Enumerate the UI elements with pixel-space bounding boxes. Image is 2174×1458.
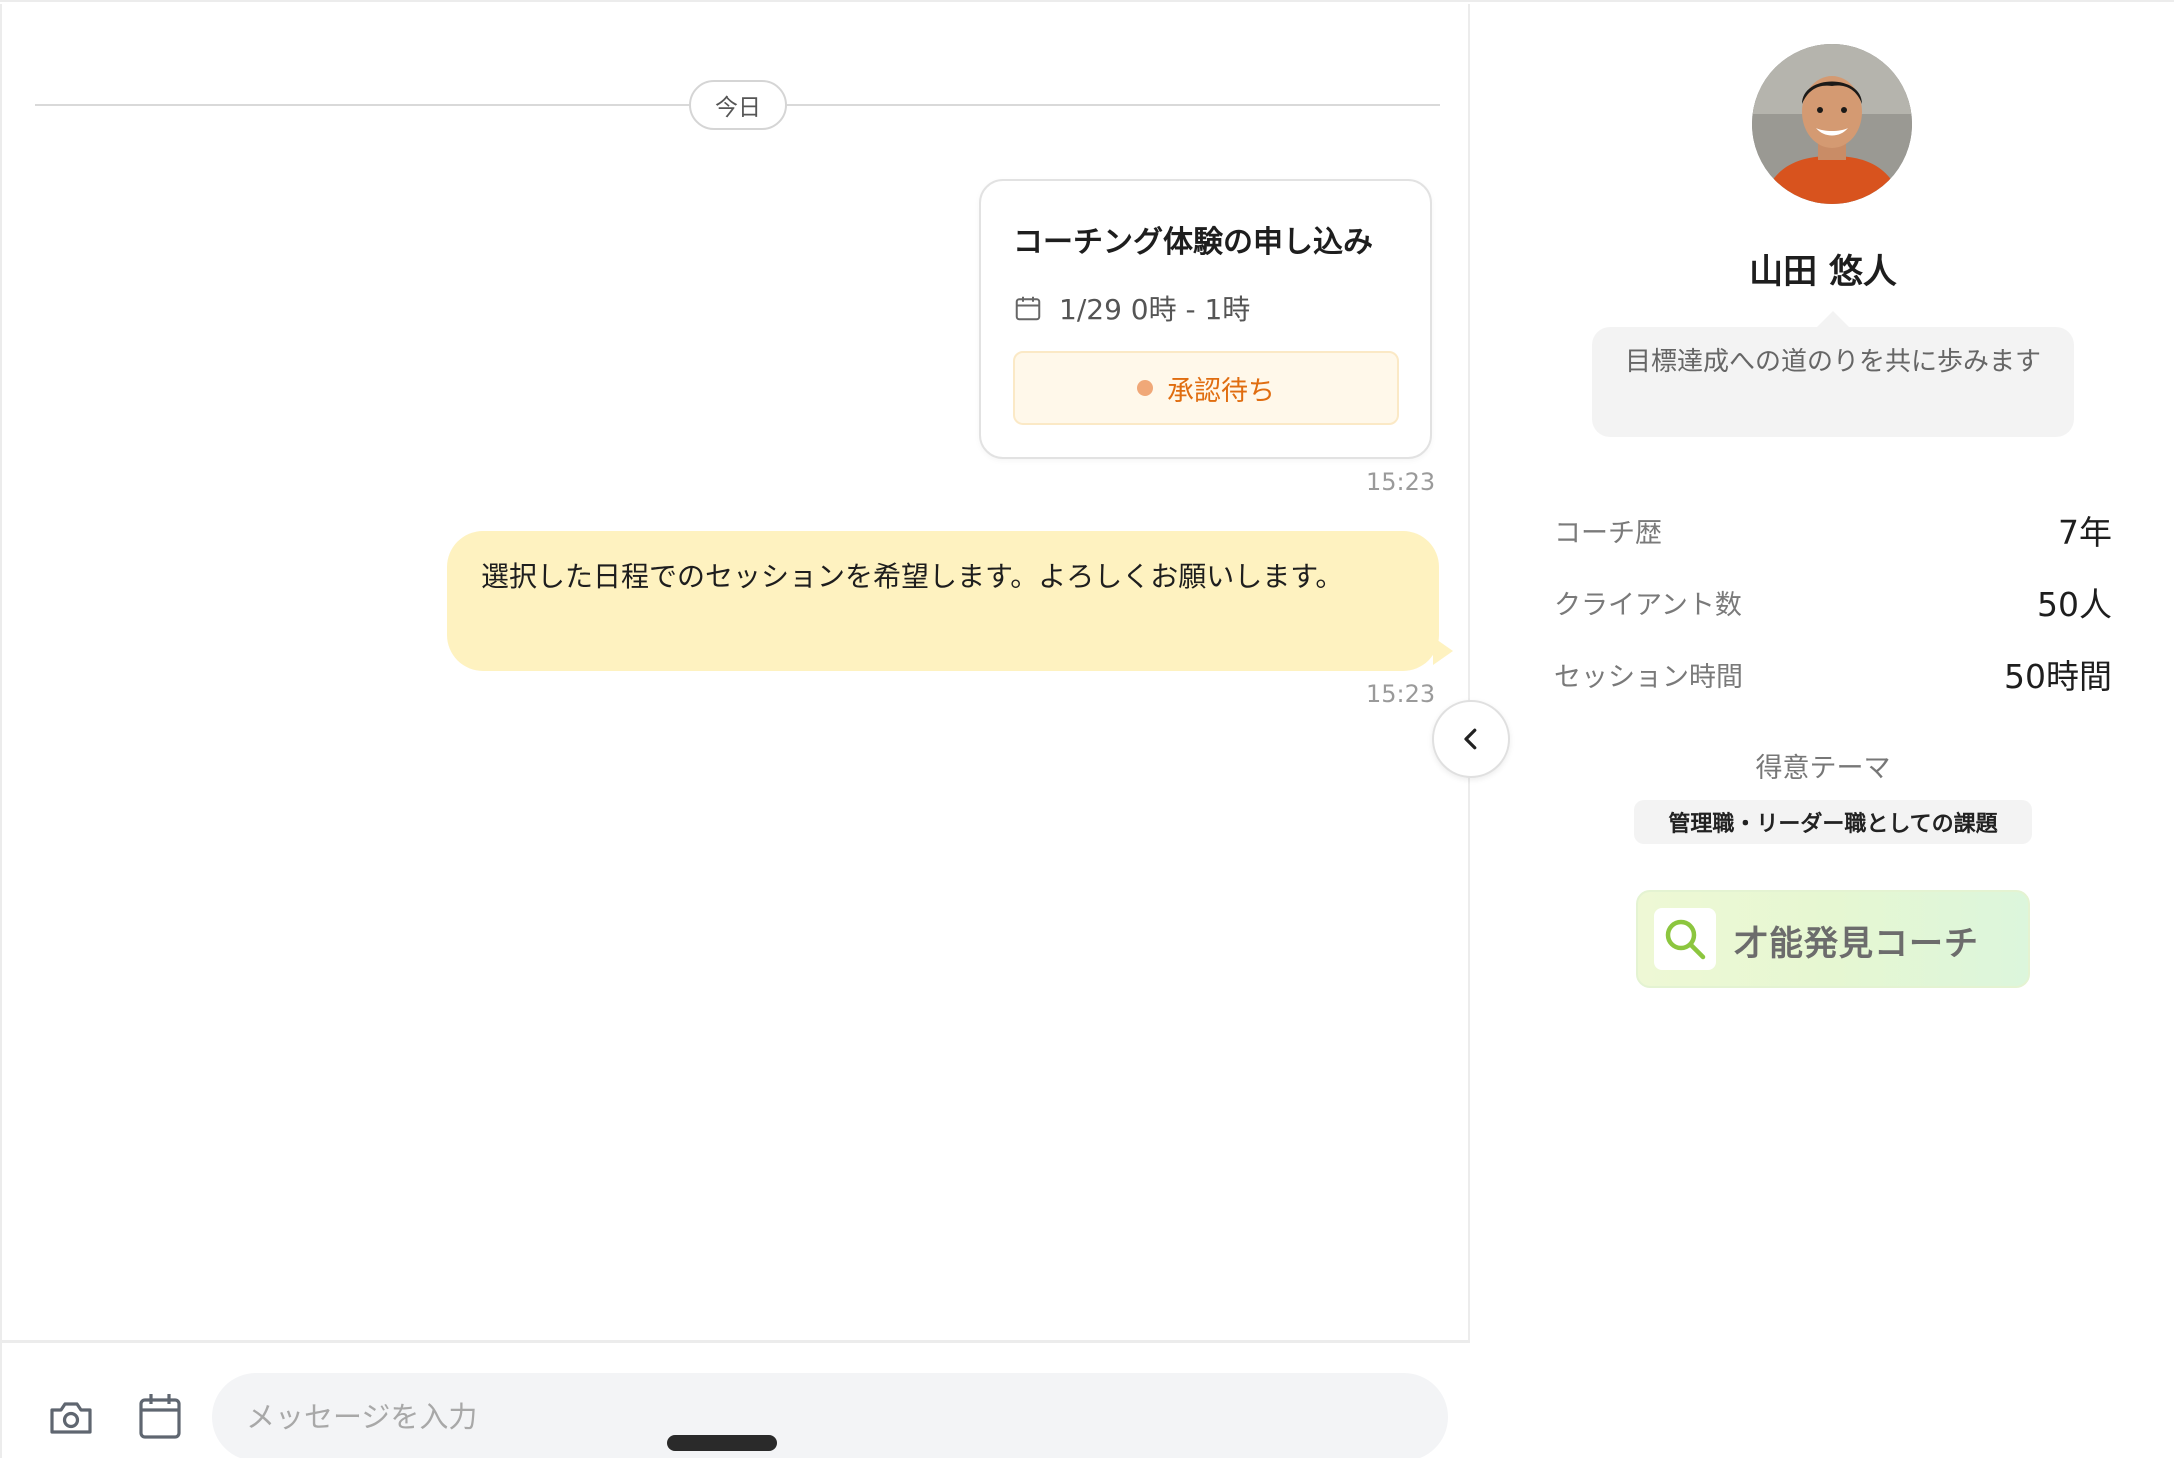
magnifier-icon [1665, 919, 1706, 960]
message-bubble: 選択した日程でのセッションを希望します。よろしくお願いします。 [447, 531, 1453, 671]
coach-name: 山田 悠人 [1749, 252, 1897, 292]
camera-button[interactable] [46, 1393, 96, 1443]
status-dot [1137, 380, 1153, 396]
chevron-left-icon [1464, 728, 1477, 750]
calendar-icon [139, 1394, 181, 1439]
stat-value: 7年 [2058, 513, 2112, 552]
calendar-button[interactable] [135, 1389, 185, 1443]
avatar-image [1752, 44, 1912, 204]
stat-label: クライアント数 [1554, 589, 1742, 621]
message-text: 選択した日程でのセッションを希望します。よろしくお願いします。 [481, 560, 1344, 593]
message-input[interactable] [212, 1373, 1448, 1458]
booking-card-datetime-row: 1/29 0時 - 1時 [1013, 288, 1250, 328]
coach-profile-panel: 山田 悠人 目標達成への道のりを共に歩みます コーチ歴 7年 クライアント数 5… [1472, 4, 2174, 1458]
badge-icon-container [1654, 908, 1716, 970]
chat-panel: 今日 コーチング体験の申し込み 1/29 0時 - 1時 承認待ち 15:23 … [0, 4, 1470, 1458]
stat-row-session-hours: セッション時間 50時間 [1554, 650, 2112, 698]
calendar-icon [1015, 296, 1041, 321]
message-composer [2, 1340, 1470, 1458]
status-text: 承認待ち [1167, 375, 1275, 407]
stat-row-clients: クライアント数 50人 [1554, 578, 2112, 626]
stat-row-experience: コーチ歴 7年 [1554, 506, 2112, 554]
coach-bio: 目標達成への道のりを共に歩みます [1592, 311, 2074, 437]
date-separator: 今日 [689, 80, 787, 130]
message-timestamp: 15:23 [1366, 468, 1436, 496]
stat-label: コーチ歴 [1554, 517, 1662, 549]
booking-card-datetime: 1/29 0時 - 1時 [1059, 293, 1251, 326]
app-frame: 今日 コーチング体験の申し込み 1/29 0時 - 1時 承認待ち 15:23 … [0, 0, 2174, 1458]
status-badge: 承認待ち [1013, 351, 1399, 425]
avatar [1752, 44, 1912, 204]
home-indicator [667, 1435, 777, 1451]
stat-value: 50時間 [2004, 657, 2112, 696]
themes-heading: 得意テーマ [1755, 753, 1891, 784]
message-timestamp: 15:23 [1366, 680, 1436, 708]
coach-type-badge: 才能発見コーチ [1636, 890, 2030, 988]
stat-label: セッション時間 [1554, 661, 1743, 693]
badge-label: 才能発見コーチ [1734, 924, 1979, 964]
booking-card[interactable]: コーチング体験の申し込み 1/29 0時 - 1時 承認待ち [979, 179, 1432, 459]
camera-icon [50, 1402, 92, 1434]
stat-value: 50人 [2037, 585, 2112, 624]
booking-card-title: コーチング体験の申し込み [1013, 225, 1373, 260]
theme-tag: 管理職・リーダー職としての課題 [1634, 800, 2032, 844]
collapse-panel-button[interactable] [1432, 700, 1510, 778]
